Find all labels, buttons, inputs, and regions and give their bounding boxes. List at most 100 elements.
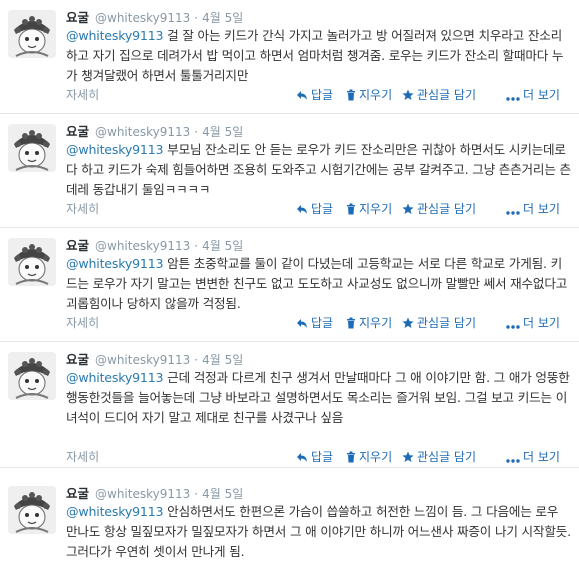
separator: · — [194, 487, 199, 501]
author-handle[interactable]: @whitesky9113 — [95, 353, 190, 367]
star-icon — [402, 315, 414, 333]
mention-link[interactable]: @whitesky9113 — [66, 256, 164, 271]
separator: · — [194, 353, 199, 367]
avatar-image — [8, 352, 56, 400]
reply-button[interactable]: 답글 — [296, 86, 333, 105]
tweet-text: @whitesky9113 근데 걱정과 다르게 친구 생겨서 만날때마다 그 … — [66, 368, 572, 428]
trash-icon — [346, 87, 356, 105]
mention-link[interactable]: @whitesky9113 — [66, 28, 164, 43]
tweet-date[interactable]: 4월 5일 — [202, 487, 243, 501]
delete-button[interactable]: 지우기 — [346, 86, 392, 105]
avatar[interactable] — [8, 352, 56, 400]
separator: · — [194, 11, 199, 25]
author-name[interactable]: 요굴 — [66, 10, 89, 25]
tweet-timeline: 요굴 @whitesky9113 · 4월 5일 @whitesky9113 걸 잘 … — [0, 0, 579, 568]
more-label: 더 보기 — [523, 202, 560, 216]
avatar[interactable] — [8, 238, 56, 286]
more-dots-icon — [506, 87, 520, 105]
detail-link[interactable]: 자세히 — [66, 200, 99, 218]
tweet[interactable]: 요굴 @whitesky9113 · 4월 5일 @whitesky9113 부모님 … — [0, 114, 579, 228]
tweet-header: 요굴 @whitesky9113 · 4월 5일 — [66, 9, 243, 27]
author-handle[interactable]: @whitesky9113 — [95, 125, 190, 139]
delete-label: 지우기 — [359, 316, 393, 330]
delete-button[interactable]: 지우기 — [346, 314, 392, 333]
mention-link[interactable]: @whitesky9113 — [66, 370, 164, 385]
avatar-image — [8, 10, 56, 58]
more-dots-icon — [506, 201, 520, 219]
delete-button[interactable]: 지우기 — [346, 200, 392, 219]
more-label: 더 보기 — [523, 316, 560, 330]
author-handle[interactable]: @whitesky9113 — [95, 239, 190, 253]
tweet-actions: 자세히 답글 지우기 관심글 담기 더 보기 — [0, 86, 579, 104]
reply-icon — [296, 449, 308, 467]
reply-label: 답글 — [311, 88, 334, 102]
more-button[interactable]: 더 보기 — [506, 448, 560, 467]
reply-button[interactable]: 답글 — [296, 200, 333, 219]
favorite-button[interactable]: 관심글 담기 — [402, 448, 476, 467]
reply-icon — [296, 87, 308, 105]
reply-label: 답글 — [311, 202, 334, 216]
more-button[interactable]: 더 보기 — [506, 86, 560, 105]
favorite-button[interactable]: 관심글 담기 — [402, 200, 476, 219]
more-label: 더 보기 — [523, 88, 560, 102]
tweet-text: @whitesky9113 안심하면서도 한편으론 가슴이 씁쓸하고 허전한 느… — [66, 502, 572, 562]
separator: · — [194, 125, 199, 139]
author-name[interactable]: 요굴 — [66, 238, 89, 253]
tweet-header: 요굴 @whitesky9113 · 4월 5일 — [66, 237, 243, 255]
tweet-date[interactable]: 4월 5일 — [202, 239, 243, 253]
reply-button[interactable]: 답글 — [296, 448, 333, 467]
favorite-label: 관심글 담기 — [417, 316, 477, 330]
tweet[interactable]: 요굴 @whitesky9113 · 4월 5일 @whitesky9113 안심하면… — [0, 476, 579, 568]
tweet-actions: 자세히 답글 지우기 관심글 담기 더 보기 — [0, 314, 579, 332]
delete-button[interactable]: 지우기 — [346, 448, 392, 467]
reply-button[interactable]: 답글 — [296, 314, 333, 333]
author-name[interactable]: 요굴 — [66, 352, 89, 367]
star-icon — [402, 449, 414, 467]
more-label: 더 보기 — [523, 450, 560, 464]
avatar-image — [8, 486, 56, 534]
tweet-text: @whitesky9113 암튼 초중학교를 둘이 같이 다녔는데 고등학교는 … — [66, 254, 572, 314]
reply-icon — [296, 315, 308, 333]
author-handle[interactable]: @whitesky9113 — [95, 487, 190, 501]
delete-label: 지우기 — [359, 88, 393, 102]
trash-icon — [346, 449, 356, 467]
detail-link[interactable]: 자세히 — [66, 314, 99, 332]
delete-label: 지우기 — [359, 450, 393, 464]
detail-link[interactable]: 자세히 — [66, 86, 99, 104]
trash-icon — [346, 201, 356, 219]
avatar-image — [8, 124, 56, 172]
tweet-text: @whitesky9113 부모님 잔소리도 안 듣는 로우가 키드 잔소리만은… — [66, 140, 572, 200]
avatar-image — [8, 238, 56, 286]
more-dots-icon — [506, 315, 520, 333]
favorite-label: 관심글 담기 — [417, 202, 477, 216]
detail-link[interactable]: 자세히 — [66, 448, 99, 466]
reply-icon — [296, 201, 308, 219]
author-handle[interactable]: @whitesky9113 — [95, 11, 190, 25]
author-name[interactable]: 요굴 — [66, 486, 89, 501]
tweet[interactable]: 요굴 @whitesky9113 · 4월 5일 @whitesky9113 암튼 초… — [0, 228, 579, 342]
tweet-header: 요굴 @whitesky9113 · 4월 5일 — [66, 485, 243, 503]
delete-label: 지우기 — [359, 202, 393, 216]
favorite-label: 관심글 담기 — [417, 88, 477, 102]
avatar[interactable] — [8, 486, 56, 534]
mention-link[interactable]: @whitesky9113 — [66, 504, 164, 519]
avatar[interactable] — [8, 10, 56, 58]
tweet-date[interactable]: 4월 5일 — [202, 353, 243, 367]
favorite-button[interactable]: 관심글 담기 — [402, 314, 476, 333]
tweet-date[interactable]: 4월 5일 — [202, 11, 243, 25]
tweet-date[interactable]: 4월 5일 — [202, 125, 243, 139]
tweet[interactable]: 요굴 @whitesky9113 · 4월 5일 @whitesky9113 걸 잘 … — [0, 0, 579, 114]
mention-link[interactable]: @whitesky9113 — [66, 142, 164, 157]
author-name[interactable]: 요굴 — [66, 124, 89, 139]
trash-icon — [346, 315, 356, 333]
favorite-button[interactable]: 관심글 담기 — [402, 86, 476, 105]
more-button[interactable]: 더 보기 — [506, 200, 560, 219]
tweet[interactable]: 요굴 @whitesky9113 · 4월 5일 @whitesky9113 근데 걱… — [0, 342, 579, 468]
avatar[interactable] — [8, 124, 56, 172]
star-icon — [402, 87, 414, 105]
more-dots-icon — [506, 449, 520, 467]
more-button[interactable]: 더 보기 — [506, 314, 560, 333]
separator: · — [194, 239, 199, 253]
tweet-actions: 자세히 답글 지우기 관심글 담기 더 보기 — [0, 448, 579, 466]
star-icon — [402, 201, 414, 219]
